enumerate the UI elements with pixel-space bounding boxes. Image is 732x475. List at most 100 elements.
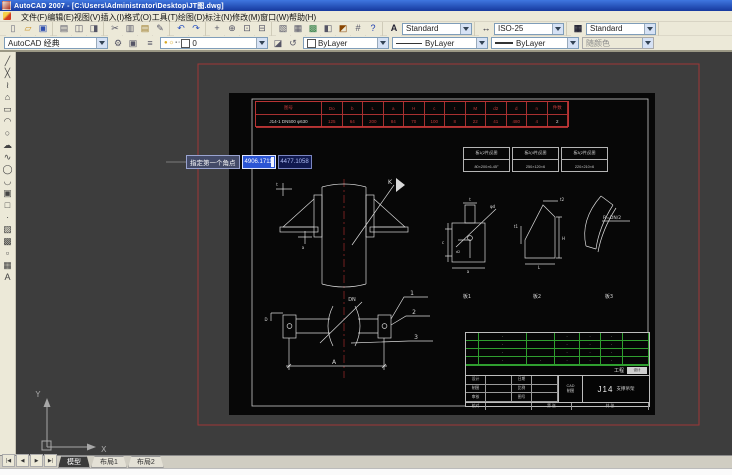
zoom-realtime-icon[interactable]: ⊕ bbox=[225, 22, 239, 36]
circle-icon[interactable]: ○ bbox=[1, 127, 14, 139]
ellipse-icon[interactable]: ◯ bbox=[1, 163, 14, 175]
tab-nav-button[interactable]: ▶ bbox=[30, 454, 43, 467]
chevron-down-icon[interactable] bbox=[460, 24, 471, 34]
undo-icon[interactable]: ↶ bbox=[174, 22, 188, 36]
dim-style-icon[interactable]: ↔ bbox=[479, 22, 493, 36]
table-cell: 84 bbox=[384, 115, 405, 128]
make-layer-current-icon[interactable]: ◪ bbox=[271, 36, 285, 50]
save-workspace-icon[interactable]: ▣ bbox=[126, 36, 140, 50]
tab-布局1[interactable]: 布局1 bbox=[91, 456, 127, 468]
arc-icon[interactable]: ◠ bbox=[1, 115, 14, 127]
line-icon[interactable]: ╱ bbox=[1, 55, 14, 67]
tab-nav-button[interactable]: ▶| bbox=[44, 454, 57, 467]
ellipse-arc-icon[interactable]: ◡ bbox=[1, 175, 14, 187]
sheet-set-icon[interactable]: ◧ bbox=[321, 22, 335, 36]
match-properties-icon[interactable]: ✎ bbox=[153, 22, 167, 36]
bom-cell bbox=[527, 341, 555, 349]
table-header: Do bbox=[322, 102, 343, 115]
workspace-settings-icon[interactable]: ⚙ bbox=[111, 36, 125, 50]
pan-icon[interactable]: + bbox=[210, 22, 224, 36]
publish-icon[interactable]: ◨ bbox=[87, 22, 101, 36]
hatch-icon[interactable]: ▨ bbox=[1, 223, 14, 235]
lineweight-select[interactable]: ByLayer bbox=[491, 37, 579, 49]
sheet-cell: 校对 bbox=[466, 403, 486, 410]
properties-icon[interactable]: ▧ bbox=[276, 22, 290, 36]
redo-icon[interactable]: ↷ bbox=[189, 22, 203, 36]
layer-previous-icon[interactable]: ↺ bbox=[286, 36, 300, 50]
workspace-select[interactable]: AutoCAD 经典 bbox=[4, 37, 108, 49]
plot-preview-icon[interactable]: ◫ bbox=[72, 22, 86, 36]
tab-模型[interactable]: 模型 bbox=[58, 456, 90, 468]
x-coordinate-input[interactable]: 4906.1711 bbox=[242, 155, 276, 169]
polygon-icon[interactable]: ⌂ bbox=[1, 91, 14, 103]
gradient-icon[interactable]: ▩ bbox=[1, 235, 14, 247]
layers-properties-toolbar: AutoCAD 经典 ⚙▣ ≡ ●☼▪▫ 0 ◪↺ ByLayer ByLaye… bbox=[0, 36, 732, 52]
designcenter-icon[interactable]: ▦ bbox=[291, 22, 305, 36]
tab-nav-button[interactable]: ◀ bbox=[16, 454, 29, 467]
new-icon[interactable]: ▯ bbox=[6, 22, 20, 36]
dim-style-select[interactable]: ISO-25 bbox=[494, 23, 564, 35]
color-select[interactable]: ByLayer bbox=[303, 37, 389, 49]
tab-布局2[interactable]: 布局2 bbox=[128, 456, 164, 468]
bom-cell: · bbox=[580, 349, 601, 357]
bom-cell bbox=[623, 333, 649, 341]
title-block: ················· 工程 设计 设计日期制图比例审核图号 CAD… bbox=[465, 332, 650, 407]
mtext-icon[interactable]: A bbox=[1, 271, 14, 283]
chevron-down-icon[interactable] bbox=[567, 38, 578, 48]
zoom-window-icon[interactable]: ⊡ bbox=[240, 22, 254, 36]
spline-icon[interactable]: ∿ bbox=[1, 151, 14, 163]
revision-cloud-icon[interactable]: ☁ bbox=[1, 139, 14, 151]
make-block-icon[interactable]: □ bbox=[1, 199, 14, 211]
linetype-select[interactable]: ByLayer bbox=[392, 37, 488, 49]
tab-nav-button[interactable]: |◀ bbox=[2, 454, 15, 467]
table-header: L bbox=[363, 102, 384, 115]
polyline-icon[interactable]: ≀ bbox=[1, 79, 14, 91]
insert-block-icon[interactable]: ▣ bbox=[1, 187, 14, 199]
paste-icon[interactable]: ▤ bbox=[138, 22, 152, 36]
tool-palettes-icon[interactable]: ▩ bbox=[306, 22, 320, 36]
chevron-down-icon[interactable] bbox=[552, 24, 563, 34]
cad-cell: CAD 制图 bbox=[559, 376, 583, 402]
zoom-previous-icon[interactable]: ⊟ bbox=[255, 22, 269, 36]
chevron-down-icon[interactable] bbox=[256, 38, 267, 48]
plot-icon[interactable]: ▤ bbox=[57, 22, 71, 36]
layer-select[interactable]: ●☼▪▫ 0 bbox=[160, 37, 268, 49]
signature-grid: 设计日期制图比例审核图号 bbox=[466, 376, 559, 402]
chevron-down-icon[interactable] bbox=[644, 24, 655, 34]
text-style-icon[interactable]: A bbox=[387, 22, 401, 36]
signature-cell bbox=[532, 393, 558, 402]
drawing-canvas[interactable]: K 1 2 3 A DN R=DN/2 板1 板2 板3 t a D c φd … bbox=[16, 52, 732, 455]
text-style-select[interactable]: Standard bbox=[402, 23, 472, 35]
table-style-icon[interactable]: ▦ bbox=[571, 22, 585, 36]
copy-icon[interactable]: ▥ bbox=[123, 22, 137, 36]
bom-cell: · bbox=[555, 349, 580, 357]
help-icon[interactable]: ? bbox=[366, 22, 380, 36]
bom-cell: · bbox=[555, 333, 580, 341]
point-icon[interactable]: ∙ bbox=[1, 211, 14, 223]
project-label: 工程 bbox=[614, 367, 624, 374]
cut-icon[interactable]: ✂ bbox=[108, 22, 122, 36]
markup-icon[interactable]: ◩ bbox=[336, 22, 350, 36]
table-icon[interactable]: ▦ bbox=[1, 259, 14, 271]
table-header: d bbox=[507, 102, 528, 115]
y-coordinate-input[interactable]: 4477.1058 bbox=[278, 155, 312, 169]
open-icon[interactable]: ▱ bbox=[21, 22, 35, 36]
dim-H-label: H bbox=[562, 236, 565, 241]
chevron-down-icon[interactable] bbox=[476, 38, 487, 48]
chevron-down-icon[interactable] bbox=[377, 38, 388, 48]
dim-d2-label: d2 bbox=[456, 250, 460, 254]
sheet-count-row: 校对第 张共 张 bbox=[466, 403, 649, 410]
table-style-select[interactable]: Standard bbox=[586, 23, 656, 35]
save-icon[interactable]: ▣ bbox=[36, 22, 50, 36]
chevron-down-icon[interactable] bbox=[96, 38, 107, 48]
dim-phid-label: φd bbox=[490, 204, 496, 209]
construction-line-icon[interactable]: ╳ bbox=[1, 67, 14, 79]
quickcalc-icon[interactable]: # bbox=[351, 22, 365, 36]
rectangle-icon[interactable]: ▭ bbox=[1, 103, 14, 115]
region-icon[interactable]: ▫ bbox=[1, 247, 14, 259]
bom-cell: · bbox=[601, 349, 623, 357]
plotstyle-select[interactable]: 随颜色 bbox=[582, 37, 654, 49]
parts-parameter-table: 图号DobLaHctMd2dn件数J14-1 DN500 φ6301256420… bbox=[255, 101, 569, 127]
layer-properties-icon[interactable]: ≡ bbox=[143, 36, 157, 50]
dim-t1-label: t1 bbox=[514, 224, 519, 229]
